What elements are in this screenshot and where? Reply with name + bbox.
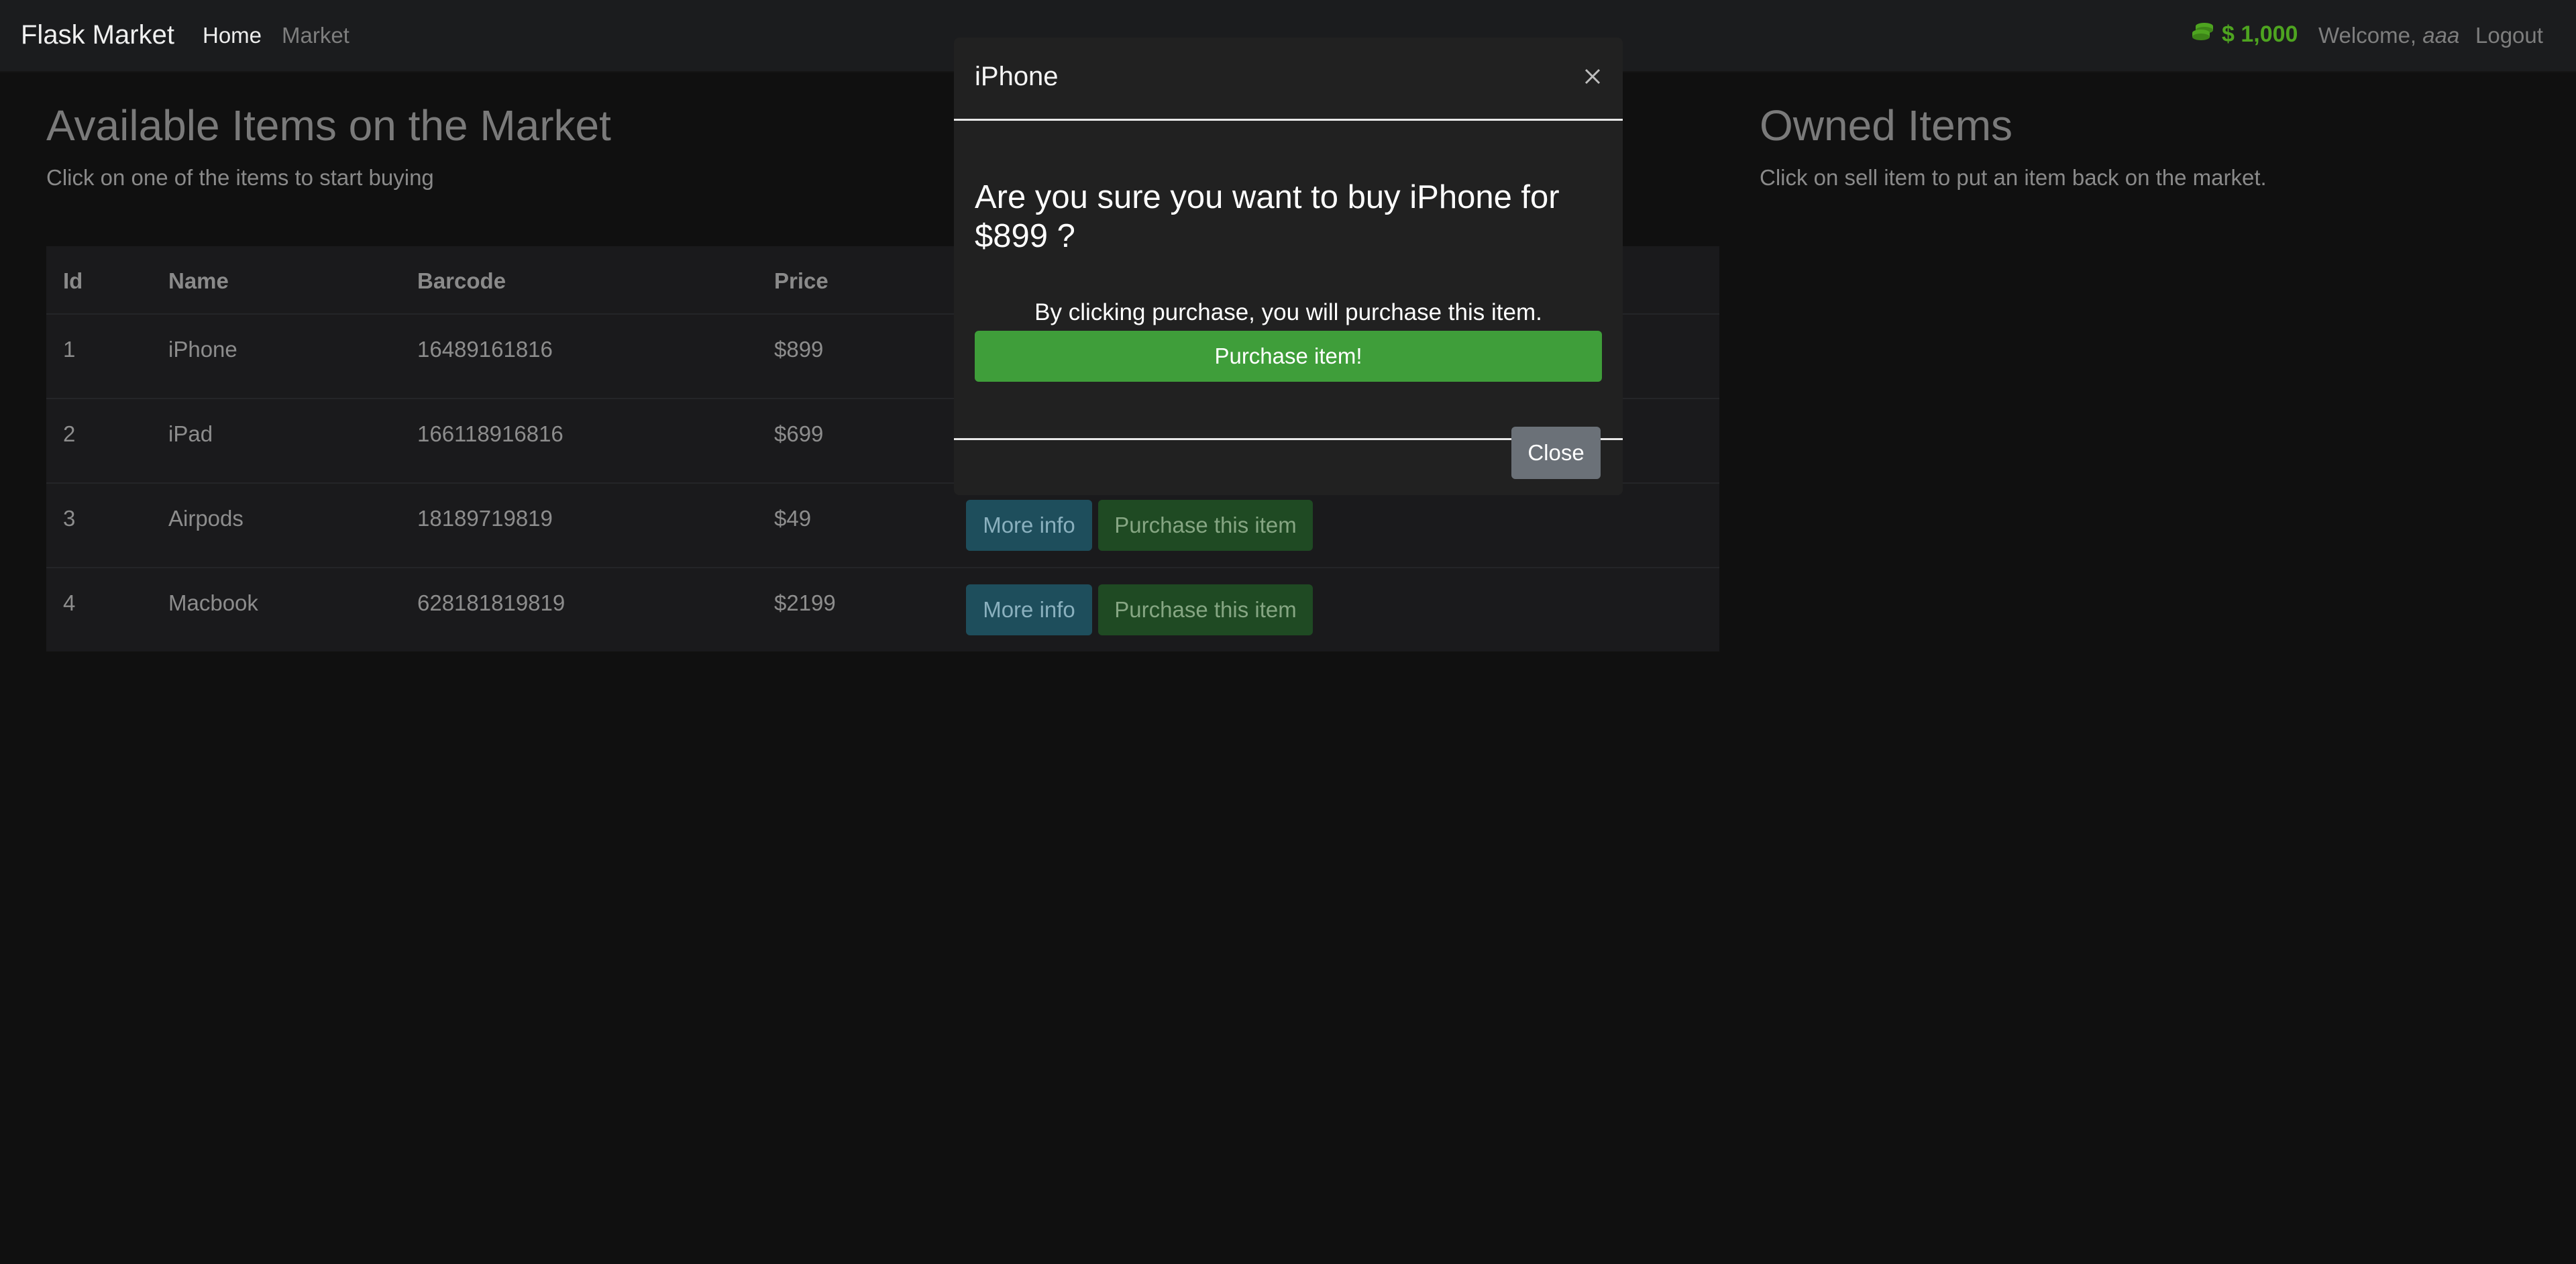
modal-body: Are you sure you want to buy iPhone for … <box>954 123 1623 440</box>
purchase-item-button[interactable]: Purchase this item <box>1098 500 1313 551</box>
column-header-price: Price <box>774 268 828 293</box>
logout-link[interactable]: Logout <box>2475 23 2543 48</box>
modal-close-button[interactable]: Close <box>1511 427 1601 479</box>
row-id: 4 <box>63 590 76 615</box>
nav-link-market[interactable]: Market <box>282 23 350 48</box>
more-info-button[interactable]: More info <box>966 584 1092 635</box>
budget-display: $ 1,000 <box>2191 21 2298 48</box>
row-price: $2199 <box>774 590 836 615</box>
coins-icon <box>2191 21 2215 48</box>
purchase-confirm-text: By clicking purchase, you will purchase … <box>1034 299 1542 325</box>
column-header-barcode: Barcode <box>417 268 506 293</box>
username: aaa <box>2422 23 2460 48</box>
budget-amount: $ 1,000 <box>2222 21 2298 47</box>
row-barcode: 16489161816 <box>417 337 553 362</box>
purchase-item-button[interactable]: Purchase this item <box>1098 584 1313 635</box>
row-name: Airpods <box>168 506 244 531</box>
brand-link[interactable]: Flask Market <box>21 20 174 50</box>
row-price: $49 <box>774 506 812 531</box>
row-barcode: 18189719819 <box>417 506 553 531</box>
nav-link-home[interactable]: Home <box>203 23 262 48</box>
row-id: 2 <box>63 421 76 446</box>
modal-header: iPhone <box>954 38 1623 121</box>
row-name: iPhone <box>168 337 237 362</box>
purchase-question: Are you sure you want to buy iPhone for … <box>975 179 1560 254</box>
row-price: $899 <box>774 337 824 362</box>
column-header-name: Name <box>168 268 229 293</box>
market-title: Available Items on the Market <box>46 101 611 150</box>
row-id: 3 <box>63 506 76 531</box>
row-id: 1 <box>63 337 76 362</box>
row-name: Macbook <box>168 590 258 615</box>
row-barcode: 628181819819 <box>417 590 566 615</box>
row-name: iPad <box>168 421 213 446</box>
table-row: 4 Macbook 628181819819 $2199 More info P… <box>46 567 1719 651</box>
owned-subtitle: Click on sell item to put an item back o… <box>1760 165 2267 190</box>
market-subtitle: Click on one of the items to start buyin… <box>46 165 434 190</box>
owned-title: Owned Items <box>1760 101 2013 150</box>
welcome-text: Welcome, aaa <box>2318 23 2459 48</box>
row-barcode: 166118916816 <box>417 421 564 446</box>
close-icon[interactable] <box>1576 60 1609 93</box>
column-header-id: Id <box>63 268 83 293</box>
purchase-confirm-button[interactable]: Purchase item! <box>975 331 1602 382</box>
row-price: $699 <box>774 421 824 446</box>
more-info-button[interactable]: More info <box>966 500 1092 551</box>
modal-title: iPhone <box>975 62 1059 91</box>
welcome-prefix: Welcome, <box>2318 23 2417 48</box>
